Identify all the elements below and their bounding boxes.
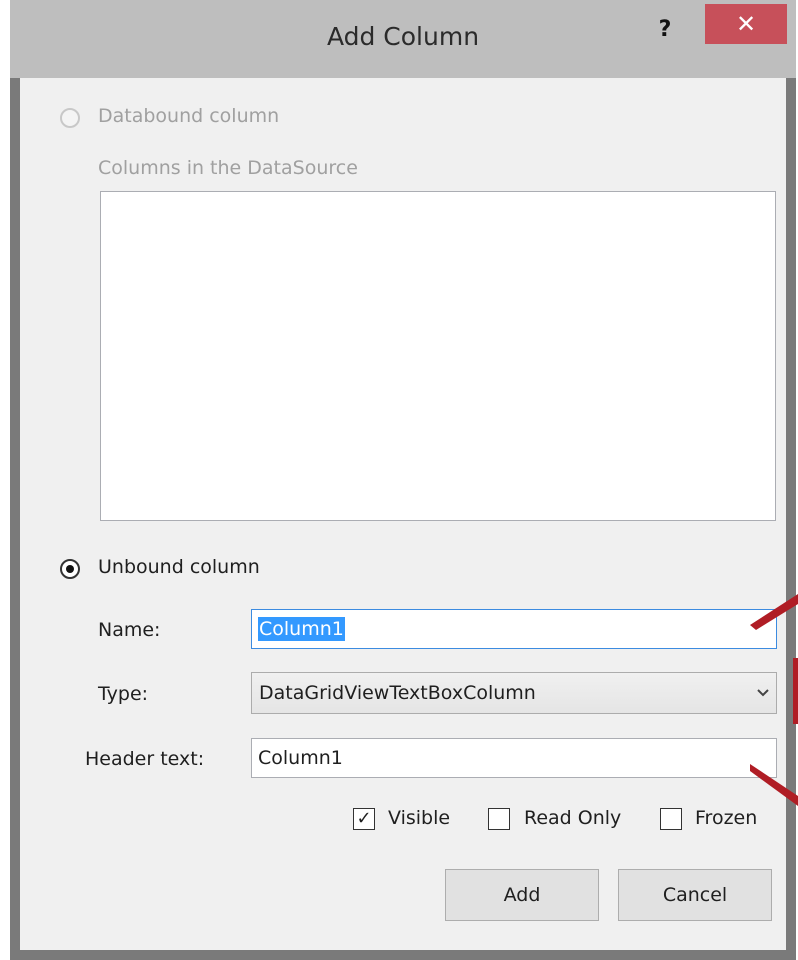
header-text-input[interactable]: Column1: [251, 738, 777, 778]
close-button[interactable]: ✕: [705, 4, 787, 44]
visible-label: Visible: [388, 807, 451, 829]
annotation-arrow-bottom: [750, 764, 798, 806]
read-only-label: Read Only: [524, 807, 622, 829]
dialog-client-area: Databound column Columns in the DataSour…: [20, 78, 786, 950]
add-column-dialog: Add Column ? ✕ Databound column Columns …: [10, 0, 796, 960]
unbound-column-radio[interactable]: [60, 559, 80, 579]
unbound-column-label: Unbound column: [98, 556, 260, 578]
annotation-arrows: [750, 594, 798, 806]
visible-checkbox[interactable]: ✓: [353, 808, 375, 830]
radio-selected-dot: [66, 565, 74, 573]
help-button[interactable]: ?: [645, 10, 685, 50]
check-mark-icon: ✓: [356, 808, 372, 829]
frozen-label: Frozen: [695, 807, 758, 829]
annotation-callout-box: [793, 658, 798, 724]
name-input[interactable]: Column1: [251, 609, 777, 649]
datasource-columns-label: Columns in the DataSource: [98, 157, 358, 179]
header-text-label: Header text:: [85, 748, 205, 770]
name-input-value: Column1: [258, 617, 345, 641]
frozen-checkbox[interactable]: [660, 808, 682, 830]
add-button[interactable]: Add: [445, 869, 599, 921]
databound-column-radio[interactable]: [60, 108, 80, 128]
title-bar[interactable]: Add Column ? ✕: [10, 0, 796, 78]
cancel-button[interactable]: Cancel: [618, 869, 772, 921]
name-label: Name:: [98, 619, 161, 641]
databound-column-label: Databound column: [98, 105, 280, 127]
annotation-arrow-top: [750, 594, 798, 630]
datasource-columns-list[interactable]: [100, 191, 776, 521]
type-dropdown-value: DataGridViewTextBoxColumn: [259, 682, 536, 704]
type-dropdown[interactable]: DataGridViewTextBoxColumn: [251, 672, 777, 714]
header-text-value: Column1: [258, 747, 343, 769]
read-only-checkbox[interactable]: [488, 808, 510, 830]
type-label: Type:: [98, 683, 149, 705]
